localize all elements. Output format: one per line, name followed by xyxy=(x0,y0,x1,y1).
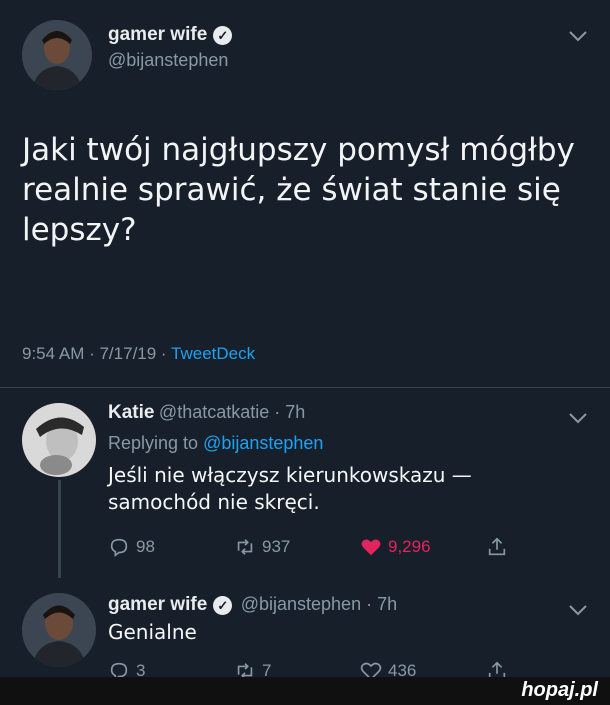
watermark-logo: hopaj.pl xyxy=(521,679,598,701)
divider xyxy=(0,387,610,388)
watermark-bar: hopaj.pl xyxy=(0,677,610,705)
chevron-down-icon[interactable] xyxy=(568,26,588,47)
tweet-source[interactable]: TweetDeck xyxy=(171,344,255,363)
reply-text: Genialne xyxy=(108,620,197,644)
replying-to-label: Replying to xyxy=(108,433,199,453)
like-button[interactable]: 9,296 xyxy=(360,536,431,558)
thread-line xyxy=(58,480,61,578)
check-badge-icon: ✓ xyxy=(213,596,233,616)
chevron-down-icon[interactable] xyxy=(568,408,588,429)
replying-to-handle[interactable]: @bijanstephen xyxy=(203,433,323,453)
retweet-button[interactable]: 937 xyxy=(234,536,290,558)
reply-author-handle[interactable]: @thatcatkatie · 7h xyxy=(159,402,305,422)
chevron-down-icon[interactable] xyxy=(568,600,588,621)
tweet-text: Jaki twój najgłupszy pomysł mógłby realn… xyxy=(22,132,575,248)
reply-button[interactable]: 98 xyxy=(108,536,155,558)
reply-avatar-gamer-wife[interactable] xyxy=(22,593,96,667)
avatar[interactable] xyxy=(22,20,92,90)
replying-to: Replying to @bijanstephen xyxy=(108,433,323,454)
share-button[interactable] xyxy=(486,536,508,558)
author-handle[interactable]: @bijanstephen xyxy=(108,50,228,71)
retweet-icon xyxy=(237,539,253,555)
reply-header: gamer wife ✓ @bijanstephen · 7h xyxy=(108,594,397,616)
share-icon xyxy=(488,537,506,556)
tweet-timestamp: 9:54 AM · 7/17/19 · TweetDeck xyxy=(22,344,255,364)
retweet-count: 937 xyxy=(262,537,291,556)
reply-text: Jeśli nie włączysz kierunkowskazu — samo… xyxy=(108,463,472,514)
check-badge-icon: ✓ xyxy=(213,26,233,46)
author-name-row: gamer wife ✓ xyxy=(108,24,233,46)
reply-avatar-katie[interactable] xyxy=(22,403,96,477)
reply-author-handle[interactable]: @bijanstephen · 7h xyxy=(241,594,397,614)
comment-icon xyxy=(110,538,128,557)
reply-count: 98 xyxy=(136,537,155,556)
heart-filled-icon xyxy=(361,539,381,556)
tweet-time[interactable]: 9:54 AM · 7/17/19 · xyxy=(22,344,167,363)
reply-header: Katie @thatcatkatie · 7h xyxy=(108,402,305,424)
reply-author-name[interactable]: gamer wife xyxy=(108,594,207,615)
author-name[interactable]: gamer wife xyxy=(108,24,207,45)
like-count: 9,296 xyxy=(388,537,431,556)
reply-author-name[interactable]: Katie xyxy=(108,402,154,423)
